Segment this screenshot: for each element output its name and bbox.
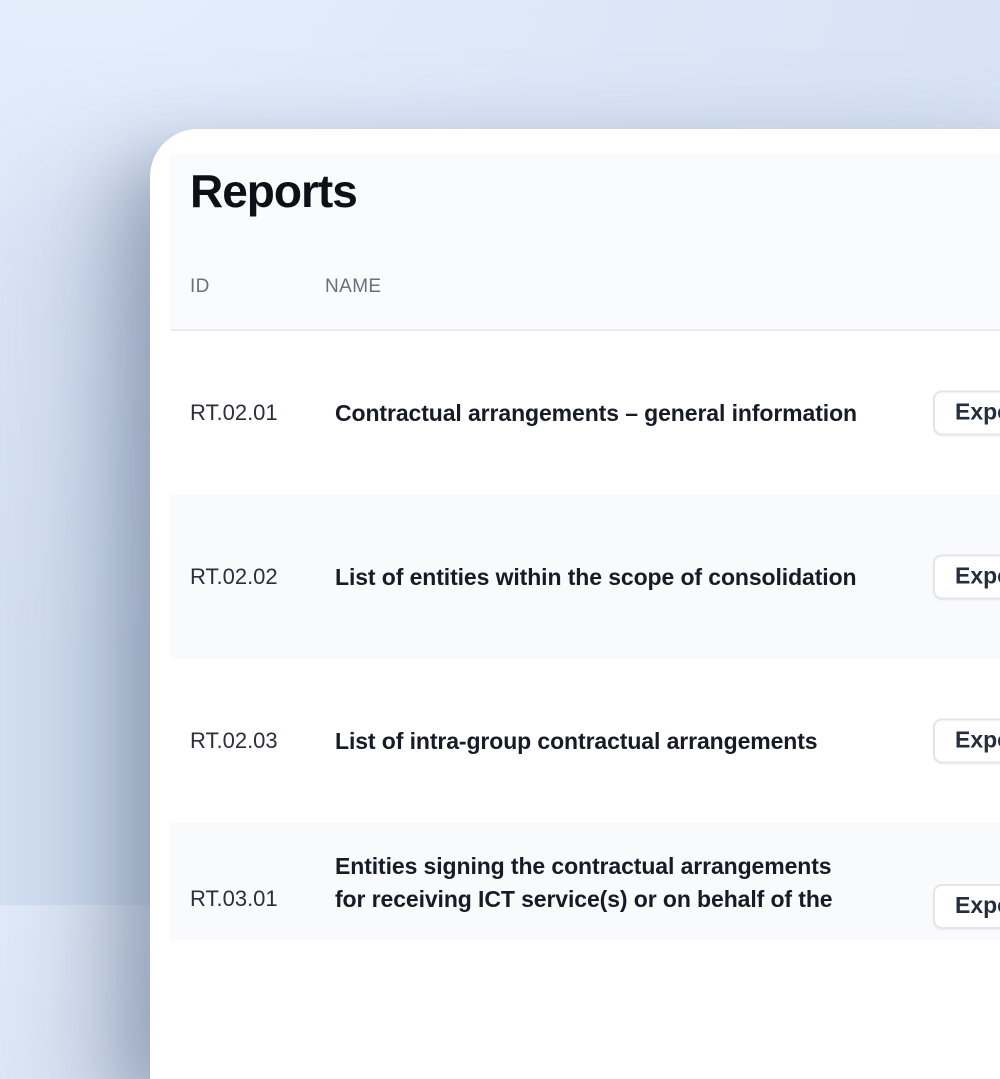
report-name-cell: Entities signing the contractual arrange…: [335, 850, 955, 916]
page-title: Reports: [190, 165, 1000, 217]
column-header-id: ID: [190, 275, 325, 299]
report-name-cell: Contractual arrangements – general infor…: [335, 397, 955, 430]
export-button[interactable]: Export: [933, 719, 1000, 764]
table-row: RT.02.01Contractual arrangements – gener…: [170, 331, 1000, 495]
reports-panel-content: Reports ID NAME RT.02.01Contractual arra…: [150, 154, 1000, 940]
table-row: RT.03.01Entities signing the contractual…: [170, 823, 1000, 940]
table-row: RT.02.02List of entities within the scop…: [170, 495, 1000, 659]
report-name-cell: List of intra-group contractual arrangem…: [335, 725, 955, 758]
column-header-name: NAME: [325, 275, 382, 299]
reports-table-body: RT.02.01Contractual arrangements – gener…: [170, 331, 1000, 940]
report-id-cell: RT.02.03: [190, 728, 335, 754]
panel-header: Reports ID NAME: [170, 154, 1000, 331]
report-id-cell: RT.02.02: [190, 564, 335, 590]
report-name-cell: List of entities within the scope of con…: [335, 561, 955, 594]
report-id-cell: RT.02.01: [190, 400, 335, 426]
report-id-cell: RT.03.01: [190, 850, 335, 912]
export-button[interactable]: Export: [933, 555, 1000, 600]
table-column-headers: ID NAME: [190, 275, 1000, 299]
reports-panel: Reports ID NAME RT.02.01Contractual arra…: [150, 129, 1000, 1079]
export-button[interactable]: Export: [933, 391, 1000, 436]
export-button[interactable]: Export: [933, 884, 1000, 929]
table-row: RT.02.03List of intra-group contractual …: [170, 659, 1000, 823]
